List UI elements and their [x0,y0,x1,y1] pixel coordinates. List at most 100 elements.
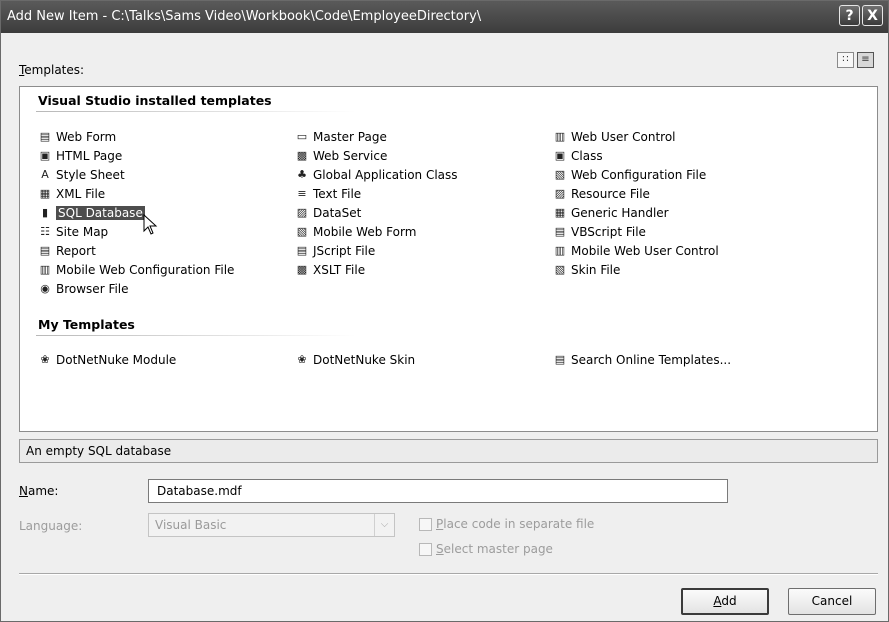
template-item[interactable]: ▥ Web User Control [553,128,676,146]
mobile-web-user-control-icon: ▥ [554,244,566,257]
language-label: Language: [19,519,83,533]
sql-database-icon: ▮ [41,206,49,219]
large-icons-view-icon[interactable]: ∷ [837,52,854,68]
template-item-label: Mobile Web User Control [571,244,719,258]
web-user-control-icon: ▥ [554,130,566,143]
template-item[interactable]: ❀ DotNetNuke Skin [295,351,415,369]
template-item-label: Site Map [56,225,109,239]
template-item[interactable]: ▧ Web Configuration File [553,166,706,184]
template-item[interactable]: ▤ Search Online Templates... [553,351,731,369]
template-item-label: DataSet [313,206,362,220]
template-item[interactable]: ▩ Web Service [295,147,388,165]
generic-handler-icon: ▦ [554,206,566,219]
template-item-label: Mobile Web Configuration File [56,263,235,277]
template-item[interactable]: ▨ Resource File [553,185,650,203]
template-item[interactable]: ▣ HTML Page [38,147,122,165]
template-item[interactable]: ▥ Mobile Web User Control [553,242,719,260]
select-master-page-label: Select master page [436,542,553,556]
search-online-templates-icon: ▤ [554,353,566,366]
template-item-label: DotNetNuke Skin [313,353,416,367]
template-item-label: Web Configuration File [571,168,707,182]
template-item[interactable]: ♣ Global Application Class [295,166,458,184]
installed-templates-header: Visual Studio installed templates [38,93,272,108]
template-item-label: Class [571,149,603,163]
dotnetnuke-module-icon: ❀ [40,353,50,366]
template-item-label: Text File [313,187,362,201]
name-input[interactable] [148,479,728,503]
dotnetnuke-skin-icon: ❀ [297,353,307,366]
template-item-label: Web Service [313,149,388,163]
template-item-label: Web User Control [571,130,676,144]
xml-file-icon: ▦ [39,187,51,200]
global-application-class-icon: ♣ [297,168,307,181]
html-page-icon: ▣ [39,149,51,162]
template-item[interactable]: A Style Sheet [38,166,125,184]
installed-header-divider [36,111,356,112]
add-button[interactable]: Add [681,588,769,615]
text-file-icon: ≡ [297,187,307,200]
mobile-web-form-icon: ▧ [296,225,308,238]
style-sheet-icon: A [41,168,49,181]
dataset-icon: ▨ [296,206,308,219]
master-page-icon: ▭ [296,130,308,143]
browser-file-icon: ◉ [40,282,50,295]
template-item-label: DotNetNuke Module [56,353,177,367]
xslt-file-icon: ▩ [296,263,308,276]
template-item[interactable]: ❀ DotNetNuke Module [38,351,176,369]
template-item[interactable]: ▩ XSLT File [295,261,365,279]
template-item[interactable]: ▧ Mobile Web Form [295,223,417,241]
web-form-icon: ▤ [39,130,51,143]
add-new-item-dialog: Add New Item - C:\Talks\Sams Video\Workb… [0,0,889,622]
skin-file-icon: ▧ [554,263,566,276]
template-item[interactable]: ▣ Class [553,147,603,165]
template-item-label: Style Sheet [56,168,125,182]
template-item-label: Web Form [56,130,117,144]
chevron-down-icon[interactable]: ⌵ [374,514,394,536]
template-item[interactable]: ▭ Master Page [295,128,387,146]
name-label: Name: [19,484,59,498]
template-item[interactable]: ▤ JScript File [295,242,375,260]
language-value: Visual Basic [155,518,227,532]
small-icons-view-icon[interactable]: ≡ [857,52,874,68]
place-code-checkbox[interactable] [419,518,432,531]
template-item[interactable]: ▦ XML File [38,185,105,203]
template-item[interactable]: ≡ Text File [295,185,361,203]
select-master-page-checkbox[interactable] [419,543,432,556]
template-item[interactable]: ▦ Generic Handler [553,204,669,222]
template-item-label: SQL Database [56,206,145,220]
template-item-label: Master Page [313,130,387,144]
mouse-pointer-icon [143,214,159,236]
templates-label: Templates: [19,63,85,77]
resource-file-icon: ▨ [554,187,566,200]
title-bar[interactable]: Add New Item - C:\Talks\Sams Video\Workb… [1,1,888,33]
window-title: Add New Item - C:\Talks\Sams Video\Workb… [7,9,482,24]
close-button[interactable]: X [862,5,883,26]
template-item[interactable]: ◉ Browser File [38,280,128,298]
template-item[interactable]: ▧ Skin File [553,261,621,279]
template-item-label: Generic Handler [571,206,669,220]
template-item[interactable]: ▤ Report [38,242,96,260]
templates-list[interactable]: Visual Studio installed templates My Tem… [19,86,878,432]
site-map-icon: ☷ [40,225,50,238]
cancel-button[interactable]: Cancel [788,588,876,615]
template-item[interactable]: ▤ VBScript File [553,223,646,241]
help-button[interactable]: ? [839,5,860,26]
report-icon: ▤ [39,244,51,257]
template-item-label: HTML Page [56,149,123,163]
template-item[interactable]: ▥ Mobile Web Configuration File [38,261,235,279]
template-item[interactable]: ▮ SQL Database [38,204,145,222]
template-description: An empty SQL database [19,439,878,463]
place-code-label: Place code in separate file [436,517,595,531]
web-config-file-icon: ▧ [554,168,566,181]
template-item[interactable]: ▤ Web Form [38,128,116,146]
template-item-label: Report [56,244,96,258]
template-item-label: Global Application Class [313,168,458,182]
my-templates-header-divider [36,335,356,336]
language-select[interactable]: Visual Basic ⌵ [148,513,395,537]
vbscript-file-icon: ▤ [554,225,566,238]
template-item[interactable]: ☷ Site Map [38,223,108,241]
template-item-label: Mobile Web Form [313,225,417,239]
mobile-web-config-icon: ▥ [39,263,51,276]
template-item-label: JScript File [313,244,376,258]
template-item[interactable]: ▨ DataSet [295,204,362,222]
